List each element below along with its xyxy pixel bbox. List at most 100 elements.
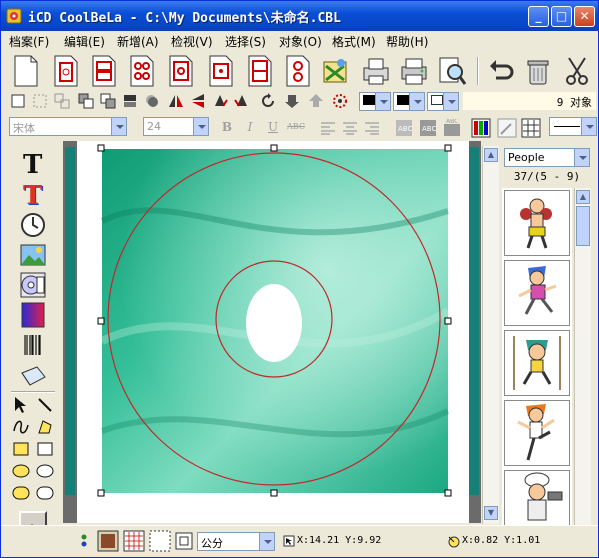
envelope-tool-icon[interactable] [19, 363, 47, 391]
new-document-icon[interactable] [11, 54, 41, 88]
clipart-kung-fu[interactable] [504, 400, 570, 466]
align-center-icon[interactable] [341, 119, 359, 137]
library-scrollbar[interactable]: ▲ [574, 188, 591, 526]
arrow-up-icon[interactable] [307, 92, 325, 110]
text-effect-1-icon[interactable]: ABC [395, 119, 413, 137]
menu-file[interactable]: 档案(F) [9, 33, 49, 50]
clipart-runner[interactable] [504, 260, 570, 326]
resize-handle[interactable] [270, 489, 278, 497]
unit-select[interactable]: 公分 [197, 532, 275, 551]
resize-handle[interactable] [444, 489, 452, 497]
art-text-tool-icon[interactable]: TT [19, 181, 47, 209]
cd-image-tool-icon[interactable] [19, 271, 47, 299]
menu-view[interactable]: 检视(V) [171, 33, 213, 50]
scroll-up-arrow-icon[interactable]: ▲ [484, 148, 498, 162]
template-cd-6-icon[interactable] [245, 54, 275, 88]
close-button[interactable]: ✕ [574, 6, 595, 27]
clipart-gymnast[interactable] [504, 330, 570, 396]
resize-handle[interactable] [444, 144, 452, 152]
align-right-icon[interactable] [363, 119, 381, 137]
select-page-icon[interactable] [9, 92, 27, 110]
gradient-tool-icon[interactable] [19, 301, 47, 329]
library-scroll-thumb[interactable] [576, 206, 590, 246]
italic-button[interactable]: I [242, 119, 258, 135]
polygon-tool-icon[interactable] [35, 417, 55, 437]
flip-vertical-icon[interactable] [189, 92, 207, 110]
shadow-icon[interactable] [143, 92, 161, 110]
dot-grid-icon[interactable] [149, 530, 171, 552]
maximize-button[interactable]: □ [551, 6, 572, 27]
clock-tool-icon[interactable] [19, 211, 47, 239]
filled-rect-tool-icon[interactable] [11, 439, 31, 459]
line-tool-icon[interactable] [35, 395, 55, 415]
layer-stack-icon[interactable] [121, 92, 139, 110]
fill-color-picker[interactable] [393, 92, 425, 111]
pointer-tool-icon[interactable] [11, 395, 31, 415]
barcode-tool-icon[interactable] [19, 331, 47, 359]
flip-horizontal-icon[interactable] [167, 92, 185, 110]
library-scroll-up-icon[interactable]: ▲ [576, 190, 590, 204]
underline-button[interactable]: U [265, 119, 281, 135]
print-icon[interactable] [399, 54, 429, 88]
menu-help[interactable]: 帮助(H) [386, 33, 428, 50]
font-name-select[interactable]: 宋体 [9, 117, 127, 136]
curve-tool-icon[interactable] [11, 417, 31, 437]
canvas-vertical-scrollbar[interactable]: ▲ ▼ [482, 146, 499, 524]
template-cd-3-icon[interactable] [127, 54, 157, 88]
ungroup-icon[interactable] [53, 92, 71, 110]
resize-handle[interactable] [97, 144, 105, 152]
strikethrough-button[interactable]: ABC [285, 119, 307, 135]
template-cd-5-icon[interactable] [206, 54, 236, 88]
library-category-select[interactable]: People [504, 148, 590, 167]
rotate-free-icon[interactable] [259, 92, 277, 110]
menu-insert[interactable]: 新增(A) [117, 33, 159, 50]
template-cd-4-icon[interactable] [166, 54, 196, 88]
menu-object[interactable]: 对象(O) [279, 33, 322, 50]
template-cd-7-icon[interactable] [283, 54, 313, 88]
arrow-down-icon[interactable] [283, 92, 301, 110]
template-cd-2-icon[interactable] [89, 54, 119, 88]
roundrect-tool-icon[interactable] [35, 483, 55, 503]
wizard-icon[interactable] [321, 54, 351, 88]
grid-icon[interactable] [521, 118, 541, 138]
layer-dots-icon[interactable] [75, 532, 93, 550]
border-color-picker[interactable] [427, 92, 459, 111]
title-bar[interactable]: iCD CoolBeLa - C:\My Documents\未命名.CBL _… [1, 1, 598, 31]
background-image-icon[interactable] [97, 530, 119, 552]
bold-button[interactable]: B [219, 119, 235, 135]
align-left-icon[interactable] [319, 119, 337, 137]
page-border-icon[interactable] [173, 530, 195, 552]
resize-handle[interactable] [270, 144, 278, 152]
printer-setup-icon[interactable] [361, 54, 391, 88]
minimize-button[interactable]: _ [528, 6, 549, 27]
ellipse-tool-icon[interactable] [35, 461, 55, 481]
undo-icon[interactable] [486, 54, 516, 88]
template-cd-label-icon[interactable] [51, 54, 81, 88]
send-back-icon[interactable] [99, 92, 117, 110]
grid-snap-icon[interactable] [123, 530, 145, 552]
menu-edit[interactable]: 编辑(E) [64, 33, 105, 50]
rotate-right-icon[interactable] [233, 92, 251, 110]
resize-handle[interactable] [444, 317, 452, 325]
menu-select[interactable]: 选择(S) [225, 33, 266, 50]
line-color-picker[interactable] [359, 92, 391, 111]
rect-tool-icon[interactable] [35, 439, 55, 459]
group-icon[interactable] [31, 92, 49, 110]
print-preview-icon[interactable] [437, 54, 467, 88]
resize-handle[interactable] [97, 317, 105, 325]
design-canvas[interactable] [63, 141, 481, 523]
color-palette-icon[interactable] [471, 118, 491, 138]
scroll-down-arrow-icon[interactable]: ▼ [484, 506, 498, 520]
menu-format[interactable]: 格式(M) [332, 33, 376, 50]
color-picker-icon[interactable] [331, 92, 349, 110]
text-effect-3-icon[interactable]: ABC [443, 119, 461, 137]
filled-ellipse-tool-icon[interactable] [11, 461, 31, 481]
resize-handle[interactable] [97, 489, 105, 497]
font-size-select[interactable]: 24 [143, 117, 209, 136]
clipart-boxer[interactable] [504, 190, 570, 256]
scissors-cut-icon[interactable] [563, 54, 593, 88]
rotate-left-icon[interactable] [211, 92, 229, 110]
recycle-bin-icon[interactable] [523, 54, 553, 88]
edit-pencil-icon[interactable] [497, 118, 517, 138]
line-style-select[interactable] [549, 117, 597, 136]
